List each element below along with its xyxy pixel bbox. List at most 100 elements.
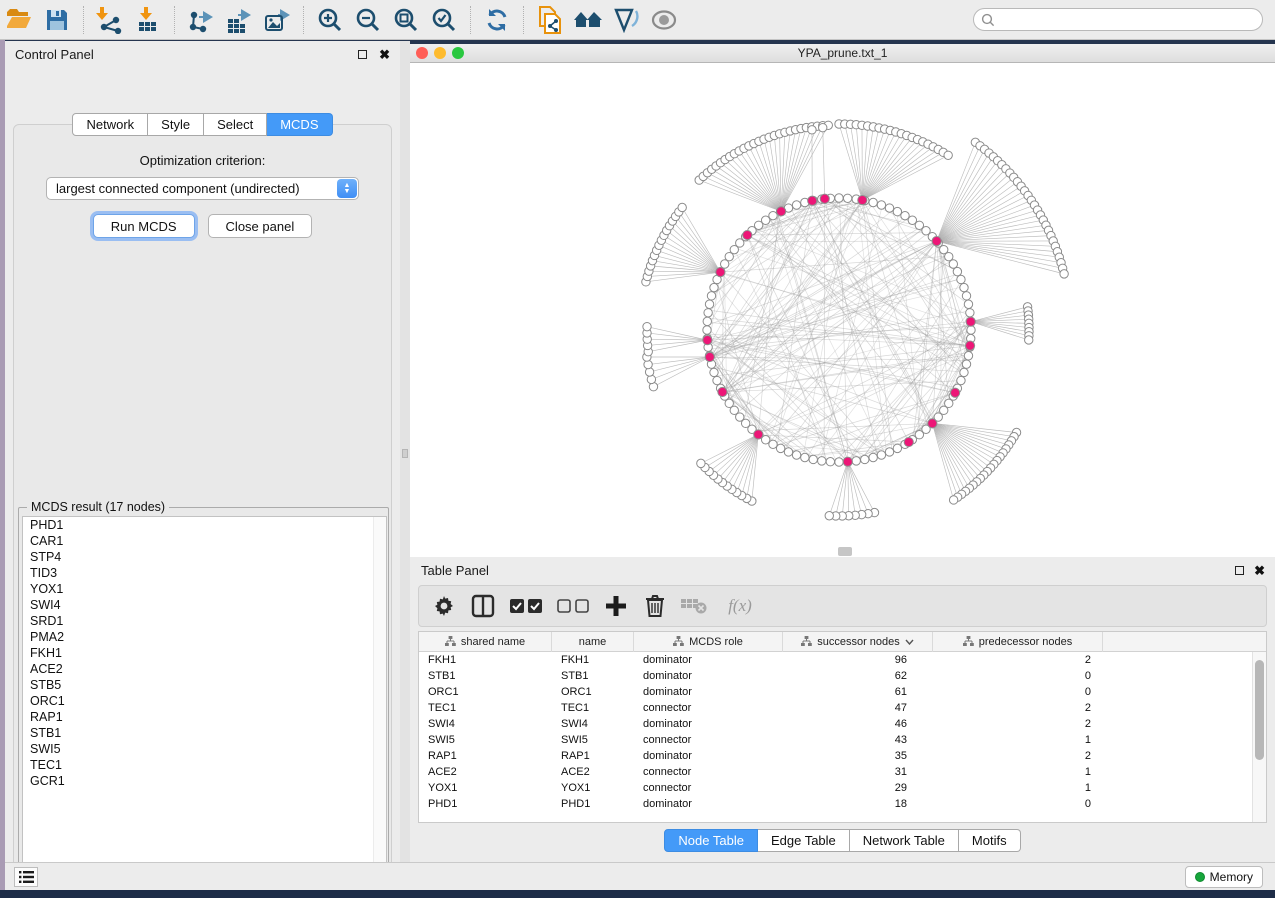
zoom-out-icon[interactable] [351, 4, 385, 36]
network-node[interactable] [966, 317, 975, 326]
export-table-icon[interactable] [222, 4, 256, 36]
mcds-result-item[interactable]: TID3 [23, 565, 386, 581]
table-cell[interactable]: SWI4 [419, 716, 552, 732]
add-column-icon[interactable] [601, 591, 631, 621]
network-node[interactable] [960, 368, 968, 376]
network-node[interactable] [858, 195, 867, 204]
close-panel-icon[interactable]: ✖ [379, 50, 390, 59]
tab-network-table[interactable]: Network Table [850, 829, 959, 852]
network-node[interactable] [843, 457, 852, 466]
memory-button[interactable]: Memory [1185, 866, 1263, 888]
table-cell[interactable]: RAP1 [419, 748, 552, 764]
network-node[interactable] [904, 437, 913, 446]
network-node[interactable] [643, 322, 651, 330]
network-node[interactable] [716, 268, 725, 277]
network-node[interactable] [893, 444, 901, 452]
network-hscrollbar[interactable] [838, 547, 852, 556]
table-row[interactable]: RAP1RAP1dominator352 [419, 748, 1266, 764]
network-node[interactable] [928, 419, 937, 428]
network-node[interactable] [861, 455, 869, 463]
table-cell[interactable]: dominator [634, 716, 783, 732]
network-node[interactable] [697, 459, 705, 467]
scrollbar-thumb[interactable] [1255, 660, 1264, 760]
network-window-titlebar[interactable]: YPA_prune.txt_1 [410, 44, 1275, 63]
network-node[interactable] [707, 292, 715, 300]
network-node[interactable] [966, 309, 974, 317]
tab-motifs[interactable]: Motifs [959, 829, 1021, 852]
mcds-result-item[interactable]: SWI4 [23, 597, 386, 613]
criterion-select[interactable]: largest connected component (undirected)… [46, 177, 359, 200]
network-node[interactable] [820, 194, 829, 203]
deselect-all-icon[interactable] [554, 591, 592, 621]
mcds-result-item[interactable]: CAR1 [23, 533, 386, 549]
mcds-list-scrollbar[interactable] [373, 517, 386, 874]
table-cell[interactable]: FKH1 [552, 652, 634, 668]
table-cell[interactable]: 47 [783, 700, 933, 716]
network-node[interactable] [953, 267, 961, 275]
network-node[interactable] [825, 512, 833, 520]
zoom-selected-icon[interactable] [427, 4, 461, 36]
network-node[interactable] [704, 309, 712, 317]
table-row[interactable]: FKH1FKH1dominator962 [419, 652, 1266, 668]
network-node[interactable] [893, 207, 901, 215]
export-network-icon[interactable] [184, 4, 218, 36]
network-node[interactable] [808, 196, 817, 205]
table-cell[interactable]: 2 [933, 700, 1103, 716]
table-cell[interactable]: 46 [783, 716, 933, 732]
table-cell[interactable]: connector [634, 700, 783, 716]
network-node[interactable] [967, 326, 975, 334]
table-cell[interactable]: SWI4 [552, 716, 634, 732]
table-cell[interactable]: SWI5 [552, 732, 634, 748]
mcds-result-item[interactable]: SRD1 [23, 613, 386, 629]
table-cell[interactable]: PHD1 [419, 796, 552, 812]
table-cell[interactable]: 2 [933, 748, 1103, 764]
network-node[interactable] [964, 300, 972, 308]
mcds-result-item[interactable]: ACE2 [23, 661, 386, 677]
table-cell[interactable]: STB1 [419, 668, 552, 684]
table-cell[interactable]: 1 [933, 780, 1103, 796]
mcds-result-item[interactable]: STB1 [23, 725, 386, 741]
float-window-icon[interactable] [358, 50, 367, 59]
network-view-canvas[interactable] [410, 63, 1275, 557]
table-cell[interactable]: PHD1 [552, 796, 634, 812]
birds-eye-icon[interactable] [647, 4, 681, 36]
network-node[interactable] [885, 448, 893, 456]
network-node[interactable] [713, 376, 721, 384]
table-cell[interactable]: 31 [783, 764, 933, 780]
table-cell[interactable]: 0 [933, 668, 1103, 684]
network-node[interactable] [965, 341, 974, 350]
network-node[interactable] [962, 292, 970, 300]
tab-mcds[interactable]: MCDS [267, 113, 332, 136]
mcds-result-item[interactable]: PHD1 [23, 517, 386, 533]
network-node[interactable] [769, 211, 777, 219]
network-node[interactable] [944, 151, 952, 159]
panel-splitter[interactable] [400, 41, 410, 862]
delete-table-icon[interactable] [679, 591, 709, 621]
float-window-icon[interactable] [1235, 566, 1244, 575]
network-node[interactable] [645, 368, 653, 376]
table-cell[interactable]: RAP1 [552, 748, 634, 764]
mcds-result-item[interactable]: TEC1 [23, 757, 386, 773]
mcds-result-item[interactable]: FKH1 [23, 645, 386, 661]
network-node[interactable] [784, 448, 792, 456]
delete-column-icon[interactable] [640, 591, 670, 621]
column-header-successor-nodes[interactable]: successor nodes [783, 632, 933, 652]
close-panel-icon[interactable]: ✖ [1254, 566, 1265, 575]
column-header-shared-name[interactable]: shared name [419, 632, 552, 652]
zoom-in-icon[interactable] [313, 4, 347, 36]
network-node[interactable] [801, 453, 809, 461]
table-cell[interactable]: YOX1 [419, 780, 552, 796]
export-image-icon[interactable] [260, 4, 294, 36]
network-node[interactable] [949, 496, 957, 504]
network-node[interactable] [792, 201, 800, 209]
network-node[interactable] [885, 204, 893, 212]
mcds-result-item[interactable]: GCR1 [23, 773, 386, 789]
clone-network-icon[interactable] [533, 4, 567, 36]
table-cell[interactable]: dominator [634, 668, 783, 684]
network-node[interactable] [819, 123, 827, 131]
run-mcds-button[interactable]: Run MCDS [93, 214, 195, 238]
import-network-icon[interactable] [93, 4, 127, 36]
network-node[interactable] [754, 430, 763, 439]
network-node[interactable] [932, 237, 941, 246]
network-node[interactable] [869, 198, 877, 206]
